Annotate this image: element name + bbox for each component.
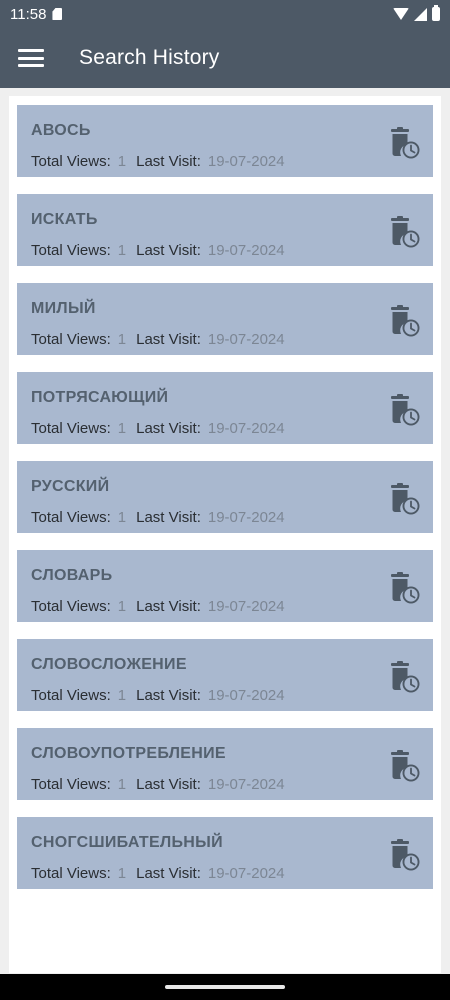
history-item[interactable]: СЛОВОУПОТРЕБЛЕНИЕ Total Views: 1 Last Visit… [17, 728, 433, 800]
app-bar: Search History [0, 28, 450, 88]
delete-history-icon[interactable] [387, 304, 421, 338]
history-word: ПОТРЯСАЮЩИЙ [31, 389, 169, 406]
last-visit-value: 19-07-2024 [207, 420, 285, 437]
history-list: АВОСЬ Total Views: 1 Last Visit: 19-07-2024 И… [17, 105, 433, 906]
history-item[interactable]: ИСКАТЬ Total Views: 1 Last Visit: 19-07-2024 [17, 194, 433, 266]
history-item[interactable]: АВОСЬ Total Views: 1 Last Visit: 19-07-2024 [17, 105, 433, 177]
total-views-value: 1 [117, 420, 127, 437]
gesture-handle[interactable] [165, 985, 285, 989]
history-word: СЛОВОУПОТРЕБЛЕНИЕ [31, 745, 226, 762]
history-meta: Total Views: 1 Last Visit: 19-07-2024 [31, 509, 285, 526]
last-visit-value: 19-07-2024 [207, 598, 285, 615]
total-views-value: 1 [117, 687, 127, 704]
delete-history-icon[interactable] [387, 482, 421, 516]
delete-history-icon[interactable] [387, 393, 421, 427]
total-views-value: 1 [117, 598, 127, 615]
content-area: АВОСЬ Total Views: 1 Last Visit: 19-07-2024 И… [0, 88, 450, 974]
history-meta: Total Views: 1 Last Visit: 19-07-2024 [31, 153, 285, 170]
last-visit-label: Last Visit: [136, 153, 201, 170]
delete-history-icon[interactable] [387, 838, 421, 872]
history-meta: Total Views: 1 Last Visit: 19-07-2024 [31, 776, 285, 793]
status-time: 11:58 [10, 5, 47, 23]
total-views-value: 1 [117, 153, 127, 170]
total-views-value: 1 [117, 776, 127, 793]
system-nav-bar [0, 974, 450, 1000]
total-views-value: 1 [117, 509, 127, 526]
history-item[interactable]: МИЛЫЙ Total Views: 1 Last Visit: 19-07-2024 [17, 283, 433, 355]
last-visit-value: 19-07-2024 [207, 242, 285, 259]
history-meta: Total Views: 1 Last Visit: 19-07-2024 [31, 598, 285, 615]
total-views-label: Total Views: [31, 776, 111, 793]
history-item[interactable]: СЛОВАРЬ Total Views: 1 Last Visit: 19-07-202… [17, 550, 433, 622]
last-visit-value: 19-07-2024 [207, 331, 285, 348]
hamburger-menu-icon[interactable] [18, 49, 44, 67]
history-item[interactable]: СНОГСШИБАТЕЛЬНЫЙ Total Views: 1 Last Visit:… [17, 817, 433, 889]
total-views-label: Total Views: [31, 598, 111, 615]
history-panel: АВОСЬ Total Views: 1 Last Visit: 19-07-2024 И… [9, 96, 441, 973]
total-views-value: 1 [117, 331, 127, 348]
history-item[interactable]: РУССКИЙ Total Views: 1 Last Visit: 19-07-202… [17, 461, 433, 533]
history-item[interactable]: СЛОВОСЛОЖЕНИЕ Total Views: 1 Last Visit: 19-… [17, 639, 433, 711]
history-meta: Total Views: 1 Last Visit: 19-07-2024 [31, 865, 285, 882]
delete-history-icon[interactable] [387, 660, 421, 694]
last-visit-label: Last Visit: [136, 331, 201, 348]
total-views-label: Total Views: [31, 153, 111, 170]
last-visit-label: Last Visit: [136, 598, 201, 615]
last-visit-label: Last Visit: [136, 242, 201, 259]
signal-icon [414, 7, 427, 21]
total-views-label: Total Views: [31, 331, 111, 348]
history-word: ИСКАТЬ [31, 211, 98, 228]
last-visit-label: Last Visit: [136, 865, 201, 882]
total-views-value: 1 [117, 242, 127, 259]
history-word: СНОГСШИБАТЕЛЬНЫЙ [31, 834, 223, 851]
delete-history-icon[interactable] [387, 571, 421, 605]
wifi-icon [393, 8, 409, 20]
history-item[interactable]: ПОТРЯСАЮЩИЙ Total Views: 1 Last Visit: 19-07… [17, 372, 433, 444]
total-views-label: Total Views: [31, 687, 111, 704]
total-views-value: 1 [117, 865, 127, 882]
total-views-label: Total Views: [31, 420, 111, 437]
last-visit-value: 19-07-2024 [207, 509, 285, 526]
total-views-label: Total Views: [31, 509, 111, 526]
delete-history-icon[interactable] [387, 126, 421, 160]
history-meta: Total Views: 1 Last Visit: 19-07-2024 [31, 420, 285, 437]
status-bar: 11:58 [0, 0, 450, 28]
total-views-label: Total Views: [31, 242, 111, 259]
total-views-label: Total Views: [31, 865, 111, 882]
history-meta: Total Views: 1 Last Visit: 19-07-2024 [31, 242, 285, 259]
last-visit-value: 19-07-2024 [207, 687, 285, 704]
last-visit-value: 19-07-2024 [207, 776, 285, 793]
page-title: Search History [79, 46, 220, 69]
last-visit-value: 19-07-2024 [207, 865, 285, 882]
delete-history-icon[interactable] [387, 215, 421, 249]
status-icons [393, 5, 440, 21]
history-word: АВОСЬ [31, 122, 91, 139]
last-visit-label: Last Visit: [136, 509, 201, 526]
last-visit-label: Last Visit: [136, 687, 201, 704]
history-word: МИЛЫЙ [31, 300, 96, 317]
history-word: СЛОВАРЬ [31, 567, 113, 584]
battery-icon [432, 5, 440, 21]
sd-card-icon [52, 8, 63, 20]
history-meta: Total Views: 1 Last Visit: 19-07-2024 [31, 331, 285, 348]
last-visit-label: Last Visit: [136, 420, 201, 437]
last-visit-label: Last Visit: [136, 776, 201, 793]
history-word: РУССКИЙ [31, 478, 110, 495]
history-word: СЛОВОСЛОЖЕНИЕ [31, 656, 187, 673]
history-meta: Total Views: 1 Last Visit: 19-07-2024 [31, 687, 285, 704]
delete-history-icon[interactable] [387, 749, 421, 783]
last-visit-value: 19-07-2024 [207, 153, 285, 170]
